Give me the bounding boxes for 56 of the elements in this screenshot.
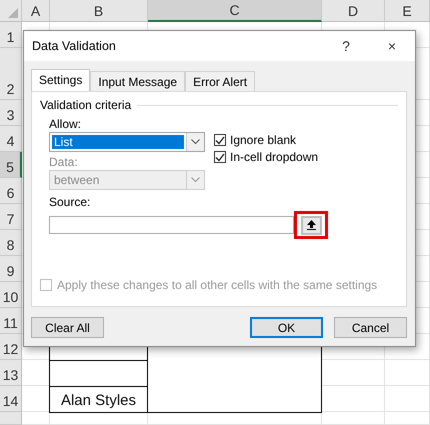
- sheet-cell[interactable]: [385, 386, 430, 412]
- select-all-corner[interactable]: [0, 0, 22, 22]
- column-header[interactable]: A: [22, 0, 50, 22]
- checkbox[interactable]: [214, 134, 226, 146]
- sheet-cell[interactable]: [148, 412, 322, 425]
- row-header[interactable]: 7: [0, 204, 22, 230]
- tab[interactable]: Input Message: [90, 71, 186, 91]
- dialog-button[interactable]: Cancel: [334, 317, 407, 338]
- row-header[interactable]: 5: [0, 152, 22, 178]
- caret-icon: [191, 177, 200, 183]
- triangle-icon: [8, 8, 18, 18]
- row-header[interactable]: 12: [0, 334, 22, 360]
- sheet-cell[interactable]: [322, 386, 385, 412]
- dialog-button[interactable]: Clear All: [31, 317, 104, 338]
- dropdown[interactable]: List: [49, 132, 205, 152]
- column-header[interactable]: D: [322, 0, 385, 22]
- sheet-cell[interactable]: [385, 360, 430, 386]
- up-arrow-icon: [306, 220, 316, 230]
- group-label: Validation criteria: [40, 98, 132, 112]
- window-title: Data Validation: [32, 39, 117, 53]
- source-field[interactable]: [49, 216, 294, 234]
- sheet-cell[interactable]: [322, 360, 385, 386]
- tab[interactable]: Settings: [31, 69, 90, 91]
- field-label: Data:: [49, 155, 79, 169]
- row-header[interactable]: 2: [0, 48, 22, 100]
- row-header[interactable]: 6: [0, 178, 22, 204]
- row-header[interactable]: 8: [0, 230, 22, 256]
- sheet-cell[interactable]: [322, 412, 385, 425]
- field-label: Allow:: [49, 117, 82, 131]
- close-button[interactable]: ×: [369, 31, 415, 61]
- row-header[interactable]: 3: [0, 100, 22, 126]
- dropdown: between: [49, 170, 205, 190]
- sheet-cell[interactable]: [385, 412, 430, 425]
- checkbox[interactable]: [214, 151, 226, 163]
- tab[interactable]: Error Alert: [185, 71, 256, 91]
- help-button[interactable]: ?: [323, 31, 369, 61]
- dialog-button[interactable]: OK: [250, 317, 323, 338]
- sheet-cell[interactable]: [50, 412, 148, 425]
- sheet-cell[interactable]: [22, 412, 50, 425]
- checkbox-label: Apply these changes to all other cells with the same settings: [57, 278, 378, 292]
- column-header[interactable]: B: [50, 0, 148, 22]
- collapse-button[interactable]: [300, 216, 322, 234]
- table-cell: Alan Styles: [50, 387, 148, 413]
- checkbox-label: Ignore blank: [230, 133, 296, 147]
- column-header[interactable]: E: [385, 0, 430, 22]
- field-label: Source:: [48, 195, 92, 209]
- row-header[interactable]: 11: [0, 308, 22, 334]
- checkbox-label: In-cell dropdown: [230, 150, 318, 164]
- row-header[interactable]: 9: [0, 256, 22, 282]
- column-header[interactable]: C: [148, 0, 322, 22]
- row-header[interactable]: 10: [0, 282, 22, 308]
- row-header[interactable]: 13: [0, 360, 22, 386]
- row-header[interactable]: 1: [0, 22, 22, 48]
- row-header[interactable]: 4: [0, 126, 22, 152]
- row-header[interactable]: 14: [0, 386, 22, 412]
- caret-icon: [191, 139, 200, 145]
